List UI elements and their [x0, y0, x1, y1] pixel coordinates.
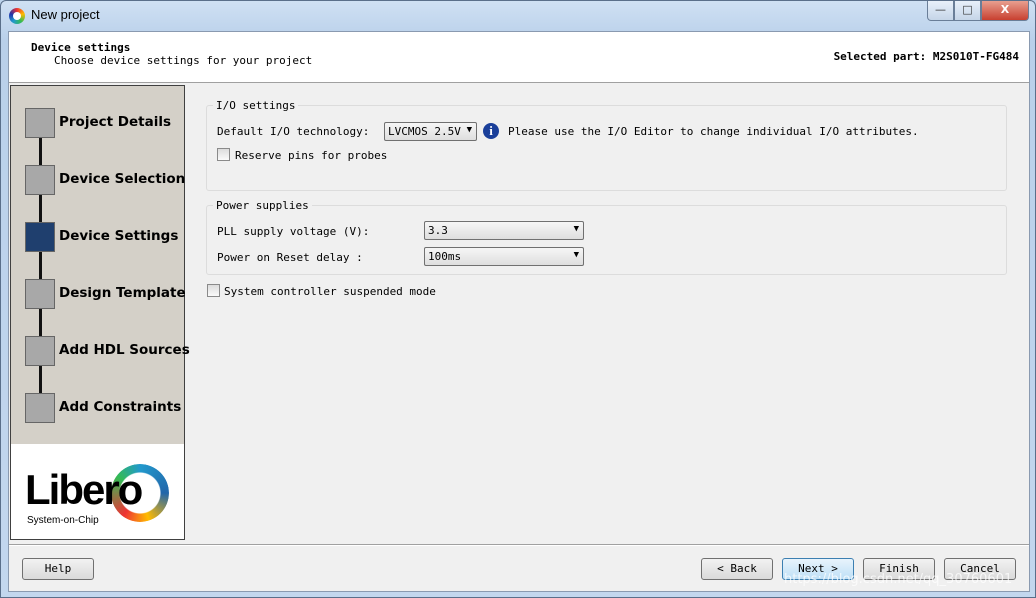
wizard-steps: Project Details Device Selection Device … [10, 85, 190, 540]
app-icon [9, 8, 25, 24]
step-marker [25, 393, 55, 423]
reserve-pins-checkbox[interactable] [217, 148, 230, 161]
step-project-details: Project Details [25, 108, 185, 138]
window-frame: New project — □ X Device settings Choose… [0, 0, 1036, 598]
pll-voltage-dropdown[interactable]: 3.3 ▼ [424, 221, 584, 240]
page-title: Device settings [31, 41, 131, 54]
chevron-down-icon: ▼ [573, 250, 579, 260]
dropdown-value: 100ms [428, 250, 462, 263]
step-connector [39, 309, 42, 336]
step-label: Device Selection [59, 171, 186, 187]
group-legend: I/O settings [213, 99, 299, 112]
step-label: Device Settings [59, 228, 179, 244]
selected-part: Selected part: M2S010T-FG484 [833, 50, 1019, 63]
step-label: Add HDL Sources [59, 342, 190, 358]
title-bar[interactable]: New project [1, 1, 1035, 31]
por-delay-label: Power on Reset delay : [217, 251, 363, 264]
header: Device settings Choose device settings f… [9, 32, 1029, 83]
window-title: New project [31, 7, 100, 22]
por-delay-dropdown[interactable]: 100ms ▼ [424, 247, 584, 266]
help-button[interactable]: Help [22, 558, 94, 580]
io-tech-label: Default I/O technology: [217, 125, 370, 138]
step-marker [25, 108, 55, 138]
chevron-down-icon: ▼ [466, 125, 472, 135]
info-icon: i [483, 123, 499, 139]
logo-subtitle: System-on-Chip [27, 515, 99, 526]
step-marker [25, 336, 55, 366]
step-connector [39, 252, 42, 279]
step-device-selection: Device Selection [25, 165, 185, 195]
maximize-button[interactable]: □ [954, 1, 981, 21]
step-connector [39, 366, 42, 393]
step-connector [39, 195, 42, 222]
watermark: https://blog.csdn.net/qq_30760601 [784, 572, 1013, 587]
step-add-constraints: Add Constraints [25, 393, 185, 423]
io-info-text: Please use the I/O Editor to change indi… [508, 125, 919, 138]
reserve-pins-label: Reserve pins for probes [235, 149, 388, 162]
chevron-down-icon: ▼ [573, 224, 579, 234]
page-subtitle: Choose device settings for your project [54, 54, 313, 67]
step-add-hdl-sources: Add HDL Sources [25, 336, 190, 366]
group-legend: Power supplies [213, 199, 312, 212]
step-label: Add Constraints [59, 399, 182, 415]
step-label: Design Template [59, 285, 186, 301]
libero-logo: Libero System-on-Chip [11, 444, 184, 539]
step-connector [39, 138, 42, 165]
dropdown-value: LVCMOS 2.5V [388, 125, 461, 138]
step-device-settings: Device Settings [25, 222, 185, 252]
dropdown-value: 3.3 [428, 224, 448, 237]
step-marker-active [25, 222, 55, 252]
suspended-mode-checkbox[interactable] [207, 284, 220, 297]
step-marker [25, 165, 55, 195]
back-button[interactable]: < Back [701, 558, 773, 580]
step-marker [25, 279, 55, 309]
footer-divider [9, 544, 1029, 546]
pll-voltage-label: PLL supply voltage (V): [217, 225, 370, 238]
io-settings-group: I/O settings Default I/O technology: LVC… [206, 99, 1007, 191]
close-button[interactable]: X [981, 1, 1029, 21]
power-supplies-group: Power supplies PLL supply voltage (V): 3… [206, 199, 1007, 275]
step-design-template: Design Template [25, 279, 186, 309]
io-technology-dropdown[interactable]: LVCMOS 2.5V ▼ [384, 122, 477, 141]
suspended-mode-label: System controller suspended mode [224, 285, 436, 298]
step-label: Project Details [59, 114, 171, 130]
dialog-client: Device settings Choose device settings f… [8, 31, 1030, 592]
logo-text: Libero [25, 466, 143, 513]
minimize-button[interactable]: — [927, 1, 954, 21]
